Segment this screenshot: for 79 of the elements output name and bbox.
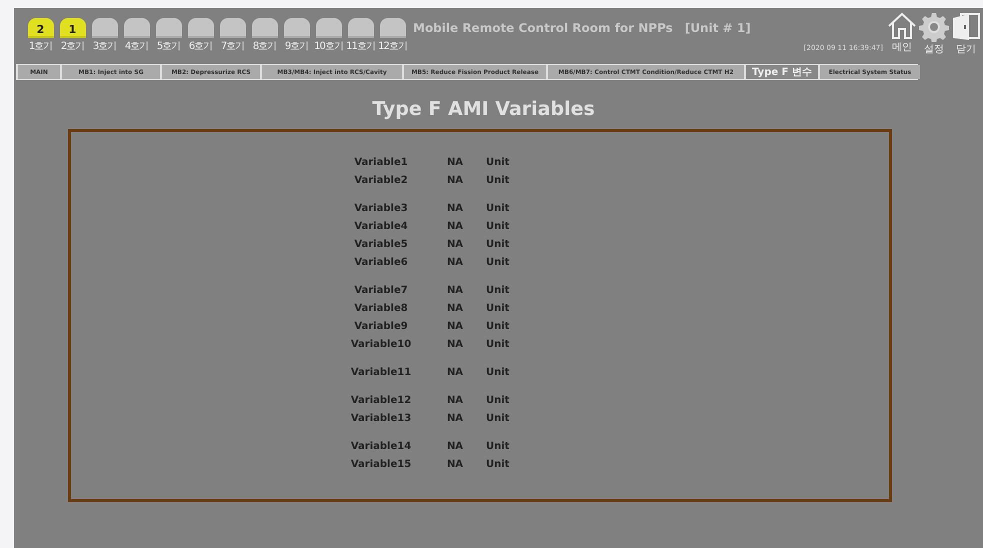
variable-value: NA	[446, 156, 464, 168]
variable-value: NA	[446, 338, 464, 350]
variable-name: Variable9	[353, 320, 409, 332]
variable-value: NA	[446, 320, 464, 332]
unit-label: 1호기	[28, 40, 52, 53]
unit-indicator[interactable]	[316, 18, 342, 38]
variable-unit: Unit	[486, 202, 510, 214]
unit-label: 2호기	[60, 40, 84, 53]
variable-name: Variable1	[353, 156, 409, 168]
variable-name: Variable3	[353, 202, 409, 214]
unit-indicator[interactable]	[252, 18, 278, 38]
variable-value: NA	[446, 202, 464, 214]
variable-unit: Unit	[486, 458, 510, 470]
variable-name: Variable12	[350, 394, 412, 406]
unit-label: 4호기	[124, 40, 148, 53]
variable-unit: Unit	[486, 338, 510, 350]
variable-name: Variable6	[353, 256, 409, 268]
variable-value: NA	[446, 458, 464, 470]
variable-name: Variable13	[350, 412, 412, 424]
unit-number: [Unit # 1]	[684, 21, 751, 35]
variable-value: NA	[446, 394, 464, 406]
tab[interactable]: Type F 변수	[746, 65, 818, 79]
unit-indicator[interactable]	[92, 18, 118, 38]
settings-icon	[919, 12, 949, 42]
variable-name: Variable11	[350, 366, 412, 378]
unit-indicator[interactable]	[188, 18, 214, 38]
unit-indicator[interactable]	[348, 18, 374, 38]
variable-value: NA	[446, 440, 464, 452]
unit-label: 8호기	[252, 40, 276, 53]
variable-name: Variable14	[350, 440, 412, 452]
variable-unit: Unit	[486, 440, 510, 452]
variable-value: NA	[446, 174, 464, 186]
variable-name: Variable5	[353, 238, 409, 250]
unit-label: 6호기	[188, 40, 212, 53]
unit-label: 12호기	[378, 40, 407, 53]
unit-indicator[interactable]	[380, 18, 406, 38]
variable-value: NA	[446, 284, 464, 296]
unit-indicator[interactable]	[220, 18, 246, 38]
unit-label: 5호기	[156, 40, 180, 53]
variable-unit: Unit	[486, 320, 510, 332]
variable-unit: Unit	[486, 302, 510, 314]
unit-label: 9호기	[284, 40, 308, 53]
variable-value: NA	[446, 366, 464, 378]
home-button[interactable]: 메인	[887, 12, 917, 56]
home-icon	[887, 12, 917, 40]
unit-label: 11호기	[346, 40, 375, 53]
unit-label: 7호기	[220, 40, 244, 53]
variable-unit: Unit	[486, 394, 510, 406]
unit-indicator[interactable]: 2	[28, 18, 54, 38]
variable-name: Variable4	[353, 220, 409, 232]
variable-unit: Unit	[486, 284, 510, 296]
variable-unit: Unit	[486, 412, 510, 424]
unit-indicator[interactable]	[124, 18, 150, 38]
variable-name: Variable8	[353, 302, 409, 314]
unit-indicator[interactable]: 1	[60, 18, 86, 38]
unit-indicator[interactable]	[284, 18, 310, 38]
door-icon	[951, 12, 981, 42]
settings-button[interactable]: 설정	[919, 12, 949, 56]
window-title: Mobile Remote Control Room for NPPs	[413, 21, 673, 35]
variable-name: Variable7	[353, 284, 409, 296]
variable-unit: Unit	[486, 256, 510, 268]
variable-name: Variable2	[353, 174, 409, 186]
variable-value: NA	[446, 302, 464, 314]
variable-name: Variable10	[350, 338, 412, 350]
variable-name: Variable15	[350, 458, 412, 470]
variable-value: NA	[446, 412, 464, 424]
unit-indicator[interactable]	[156, 18, 182, 38]
variable-unit: Unit	[486, 174, 510, 186]
variable-value: NA	[446, 220, 464, 232]
variable-unit: Unit	[486, 156, 510, 168]
exit-button[interactable]: 닫기	[951, 12, 981, 56]
variable-unit: Unit	[486, 366, 510, 378]
unit-label: 3호기	[92, 40, 116, 53]
page-heading: Type F AMI Variables	[371, 98, 596, 120]
variable-unit: Unit	[486, 220, 510, 232]
variable-unit: Unit	[486, 238, 510, 250]
variable-value: NA	[446, 256, 464, 268]
unit-label: 10호기	[314, 40, 343, 53]
variable-value: NA	[446, 238, 464, 250]
